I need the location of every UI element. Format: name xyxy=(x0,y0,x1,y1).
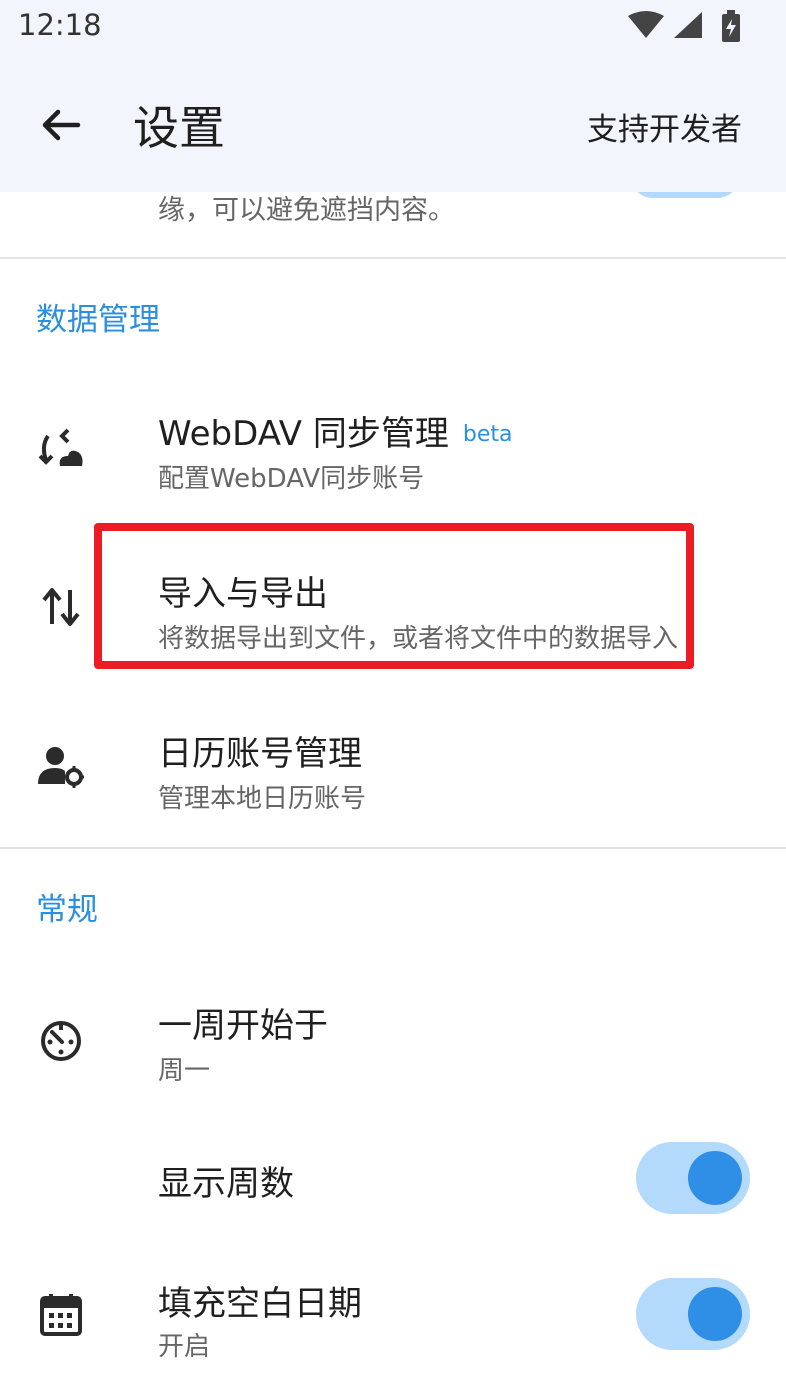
calendar-accounts-title: 日历账号管理 xyxy=(158,734,362,774)
page-title: 设置 xyxy=(133,101,225,155)
fill-empty-dates-toggle[interactable] xyxy=(636,1278,750,1350)
swap-vertical-icon xyxy=(42,588,80,626)
arrow-left-icon xyxy=(42,109,81,141)
section-header-general: 常规 xyxy=(36,892,98,928)
calendar-grid-icon xyxy=(40,1294,82,1336)
support-developer-button[interactable]: 支持开发者 xyxy=(587,104,742,149)
partial-toggle[interactable] xyxy=(630,192,740,198)
account-cog-icon xyxy=(38,747,84,788)
divider xyxy=(0,257,786,259)
webdav-title: WebDAV 同步管理 beta xyxy=(158,406,512,455)
back-button[interactable] xyxy=(36,100,86,150)
cloud-sync-icon xyxy=(38,428,83,466)
toggle-knob xyxy=(688,1287,742,1341)
week-start-subtitle: 周一 xyxy=(158,1056,211,1086)
setting-item-calendar-accounts[interactable]: 日历账号管理 管理本地日历账号 xyxy=(0,700,786,830)
status-time: 12:18 xyxy=(18,8,102,42)
battery-icon xyxy=(722,10,740,42)
show-week-number-toggle[interactable] xyxy=(636,1142,750,1214)
week-start-title: 一周开始于 xyxy=(158,1006,328,1046)
setting-item-week-start[interactable]: 一周开始于 周一 xyxy=(0,970,786,1100)
partial-item-subtitle: 缘，可以避免遮挡内容。 xyxy=(158,195,455,226)
divider xyxy=(0,847,786,849)
webdav-title-text: WebDAV 同步管理 xyxy=(158,414,449,454)
setting-item-fill-empty-dates[interactable]: 填充空白日期 开启 xyxy=(0,1250,786,1380)
beta-badge: beta xyxy=(462,422,513,447)
app-bar: 设置 支持开发者 xyxy=(0,56,786,192)
wifi-icon xyxy=(628,11,664,38)
calendar-accounts-subtitle: 管理本地日历账号 xyxy=(158,784,367,814)
fill-empty-dates-title: 填充空白日期 xyxy=(158,1284,362,1324)
partial-setting-item[interactable]: 缘，可以避免遮挡内容。 xyxy=(0,192,786,258)
highlight-box xyxy=(94,523,694,669)
setting-item-webdav[interactable]: WebDAV 同步管理 beta 配置WebDAV同步账号 xyxy=(0,380,786,510)
status-icons xyxy=(628,10,740,42)
show-week-number-title: 显示周数 xyxy=(158,1164,294,1204)
fill-empty-dates-subtitle: 开启 xyxy=(158,1332,211,1362)
setting-item-show-week-number[interactable]: 显示周数 xyxy=(0,1130,786,1230)
timer-icon xyxy=(41,1021,81,1061)
section-header-data-management: 数据管理 xyxy=(36,302,160,338)
status-bar: 12:18 xyxy=(0,0,786,56)
cell-signal-icon xyxy=(674,12,702,38)
toggle-knob xyxy=(688,1151,742,1205)
webdav-subtitle: 配置WebDAV同步账号 xyxy=(158,464,425,494)
